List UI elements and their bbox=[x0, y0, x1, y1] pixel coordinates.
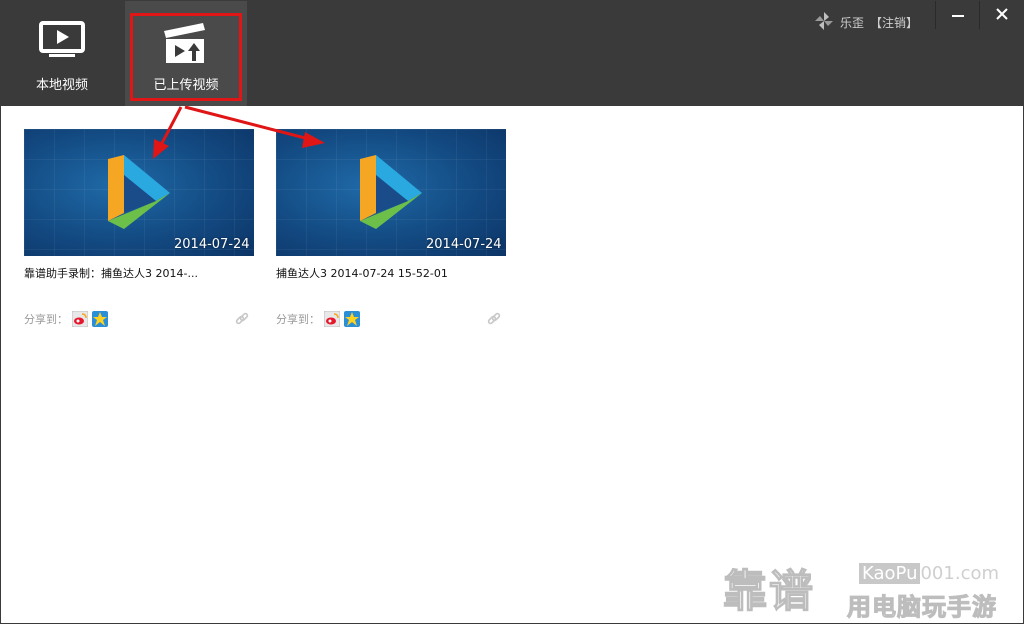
thumbnail-date: 2014-07-24 bbox=[174, 237, 250, 252]
minimize-button[interactable] bbox=[935, 1, 979, 29]
logout-link[interactable]: 【注销】 bbox=[870, 14, 918, 31]
watermark-logo-text: 靠谱 bbox=[722, 565, 815, 617]
share-label: 分享到： bbox=[24, 313, 68, 326]
close-icon bbox=[996, 8, 1008, 20]
minimize-icon bbox=[952, 15, 964, 17]
video-card: 2014-07-24 靠谱助手录制：捕鱼达人3 2014-... 分享到： bbox=[24, 129, 254, 334]
top-toolbar: 本地视频 已上传视频 乐歪 【注销】 bbox=[1, 1, 1023, 106]
tv-icon bbox=[37, 21, 87, 65]
username: 乐歪 bbox=[840, 15, 865, 30]
play-logo-icon bbox=[102, 153, 172, 237]
app-window: 本地视频 已上传视频 乐歪 【注销】 2014-07-24 靠谱助手录制：捕鱼达… bbox=[0, 0, 1024, 624]
watermark-site: KaoPu 001.com bbox=[859, 563, 999, 584]
watermark-subtitle: 用电脑玩手游 bbox=[847, 593, 997, 622]
video-thumbnail[interactable]: 2014-07-24 bbox=[276, 129, 506, 256]
share-label: 分享到： bbox=[276, 313, 320, 326]
user-area: 乐歪 【注销】 bbox=[814, 11, 918, 33]
video-thumbnail[interactable]: 2014-07-24 bbox=[24, 129, 254, 256]
weibo-share-icon[interactable] bbox=[71, 310, 89, 328]
video-title[interactable]: 靠谱助手录制：捕鱼达人3 2014-... bbox=[24, 265, 254, 281]
video-title[interactable]: 捕鱼达人3 2014-07-24 15-52-01 bbox=[276, 265, 506, 281]
watermark: 靠谱 KaoPu 001.com 用电脑玩手游 bbox=[722, 555, 1019, 622]
copy-link-icon[interactable] bbox=[234, 311, 250, 331]
copy-link-icon[interactable] bbox=[486, 311, 502, 331]
tab-local-videos[interactable]: 本地视频 bbox=[1, 1, 123, 106]
play-logo-icon bbox=[354, 153, 424, 237]
tab-local-videos-label: 本地视频 bbox=[35, 78, 88, 93]
watermark-site-suffix: 001.com bbox=[920, 563, 1000, 584]
weibo-share-icon[interactable] bbox=[323, 310, 341, 328]
thumbnail-date: 2014-07-24 bbox=[426, 237, 502, 252]
share-row: 分享到： bbox=[276, 309, 506, 329]
share-row: 分享到： bbox=[24, 309, 254, 329]
pinwheel-icon bbox=[814, 11, 834, 34]
close-button[interactable] bbox=[979, 1, 1023, 29]
watermark-site-prefix: KaoPu bbox=[859, 563, 921, 584]
video-card: 2014-07-24 捕鱼达人3 2014-07-24 15-52-01 分享到… bbox=[276, 129, 506, 334]
qzone-share-icon[interactable] bbox=[344, 311, 360, 327]
highlight-box bbox=[130, 13, 242, 101]
qzone-share-icon[interactable] bbox=[92, 311, 108, 327]
